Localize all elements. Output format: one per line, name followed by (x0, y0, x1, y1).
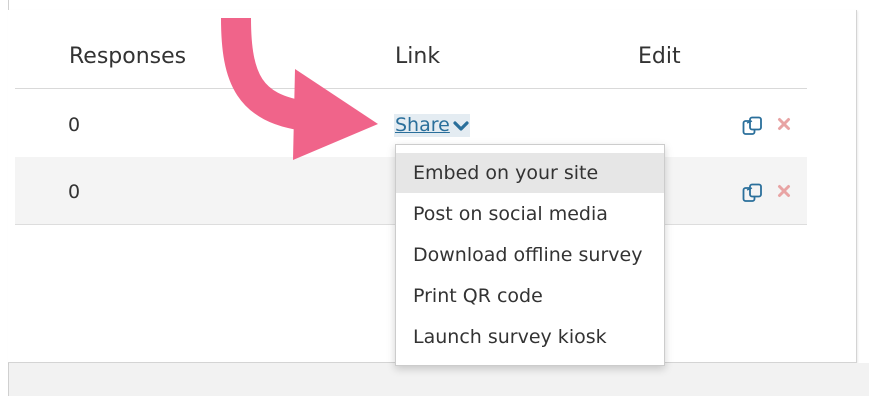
annotation-arrow-icon (221, 17, 378, 160)
